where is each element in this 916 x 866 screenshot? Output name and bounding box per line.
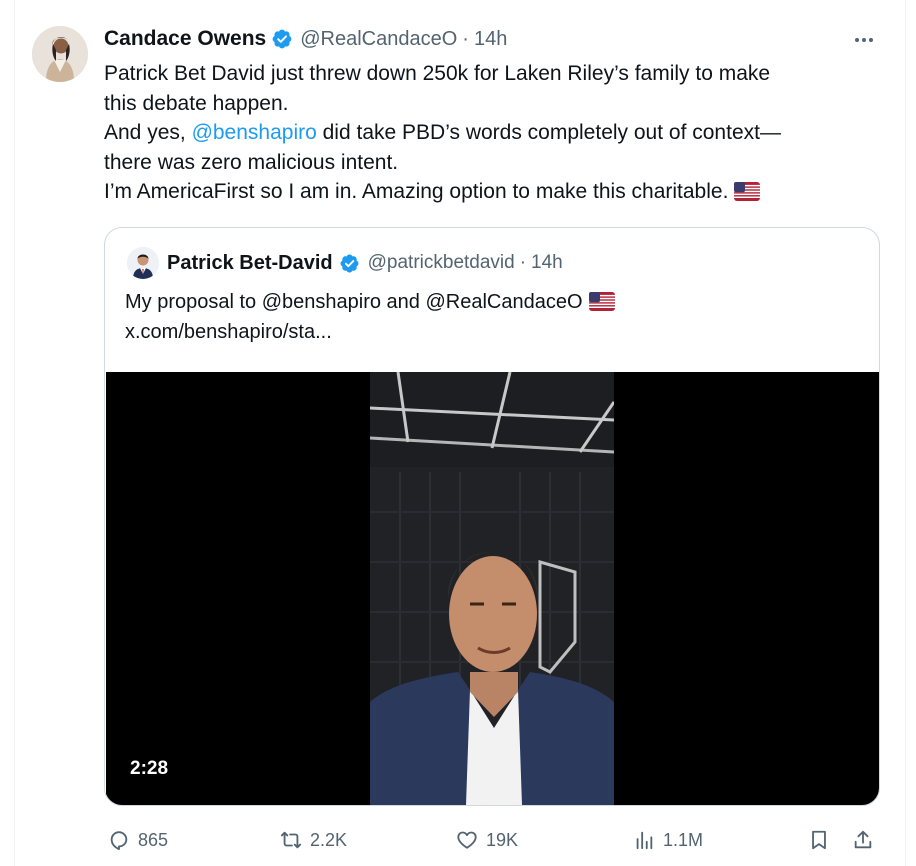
- author-handle[interactable]: @RealCandaceO: [300, 28, 457, 51]
- tweet-text-line: this debate happen.: [104, 91, 289, 115]
- views-button[interactable]: 1.1M: [633, 826, 703, 854]
- bookmark-button[interactable]: [808, 826, 830, 854]
- header-separator: ·: [519, 252, 527, 273]
- verified-badge-icon: [340, 254, 359, 272]
- analytics-icon: [636, 831, 653, 850]
- tweet-actions-bar: 865 2.2K 19K 1.1M: [0, 820, 916, 860]
- tweet-header: Candace Owens @RealCandaceO · 14h: [104, 25, 507, 53]
- reply-count: 865: [138, 829, 169, 850]
- author-name[interactable]: Candace Owens: [104, 27, 266, 51]
- quoted-link-text[interactable]: x.com/benshapiro/sta...: [125, 317, 615, 347]
- us-flag-icon: [588, 292, 615, 311]
- more-options-icon[interactable]: [850, 28, 878, 52]
- reply-icon: [110, 831, 128, 851]
- view-count: 1.1M: [663, 829, 704, 850]
- heart-icon: [457, 831, 477, 849]
- us-flag-icon: [734, 182, 761, 202]
- like-button[interactable]: 19K: [456, 826, 518, 854]
- quoted-author-handle[interactable]: @patrickbetdavid: [368, 252, 515, 274]
- quoted-tweet-header: Patrick Bet-David @patrickbetdavid · 14h: [167, 250, 563, 276]
- quoted-timestamp[interactable]: 14h: [531, 252, 563, 274]
- quoted-text-line: My proposal to @benshapiro and @RealCand…: [125, 287, 615, 317]
- video-thumbnail: [370, 372, 614, 805]
- reply-button[interactable]: 865: [108, 826, 168, 854]
- quoted-tweet-text: My proposal to @benshapiro and @RealCand…: [125, 287, 615, 347]
- repost-icon: [280, 831, 302, 849]
- quoted-text-fragment: My proposal to @benshapiro and @RealCand…: [125, 291, 583, 313]
- tweet-text-fragment: And yes,: [104, 121, 192, 145]
- video-duration: 2:28: [130, 758, 169, 779]
- tweet-text-fragment: I’m AmericaFirst so I am in. Amazing opt…: [104, 180, 729, 204]
- tweet-text-line: there was zero malicious intent.: [104, 150, 399, 174]
- repost-button[interactable]: 2.2K: [280, 826, 347, 854]
- share-icon: [854, 830, 872, 849]
- timeline-border-right: [905, 0, 906, 866]
- tweet-text: Patrick Bet David just threw down 250k f…: [104, 59, 864, 207]
- quoted-author-name[interactable]: Patrick Bet-David: [167, 252, 333, 275]
- tweet-text-line: And yes, @benshapiro did take PBD’s word…: [104, 118, 864, 148]
- bookmark-icon: [812, 830, 826, 850]
- tweet-timestamp[interactable]: 14h: [474, 28, 507, 51]
- mention-link[interactable]: @benshapiro: [192, 121, 317, 144]
- tweet-text-line: I’m AmericaFirst so I am in. Amazing opt…: [104, 177, 864, 207]
- like-count: 19K: [486, 829, 519, 850]
- share-button[interactable]: [852, 826, 874, 854]
- video-player[interactable]: 2:28: [106, 372, 879, 805]
- quoted-tweet-card[interactable]: Patrick Bet-David @patrickbetdavid · 14h…: [104, 227, 880, 806]
- author-avatar[interactable]: [32, 26, 88, 82]
- timeline-border-left: [14, 0, 15, 866]
- repost-count: 2.2K: [310, 829, 348, 850]
- tweet-text-fragment: did take PBD’s words completely out of c…: [316, 121, 781, 145]
- header-separator: ·: [462, 27, 469, 50]
- tweet-text-line: Patrick Bet David just threw down 250k f…: [104, 62, 771, 85]
- verified-badge-icon: [272, 29, 292, 49]
- quoted-author-avatar[interactable]: [127, 247, 159, 279]
